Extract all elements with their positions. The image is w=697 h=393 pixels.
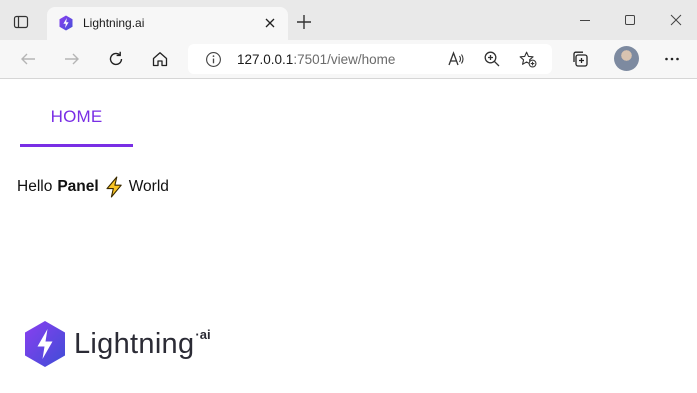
read-aloud-icon: [448, 51, 464, 66]
tab-strip: Lightning.ai: [0, 0, 697, 40]
add-favorite-button[interactable]: [519, 50, 537, 68]
add-favorite-icon: [519, 51, 537, 68]
hello-text: Hello Panel World: [17, 176, 169, 198]
nav-tab-label: HOME: [50, 107, 103, 126]
home-icon: [152, 52, 168, 67]
page-content: HOME Hello Panel World Lightning ·ai: [0, 80, 697, 393]
address-bar[interactable]: 127.0.0.1:7501/view/home: [188, 44, 552, 74]
arrow-left-icon: [21, 53, 35, 65]
logo-wordmark: Lightning: [74, 327, 195, 360]
home-button[interactable]: [149, 48, 171, 70]
lightning-bolt-icon: [106, 176, 122, 198]
browser-tab[interactable]: Lightning.ai: [47, 7, 288, 40]
tab-close-button[interactable]: [262, 15, 278, 31]
info-icon[interactable]: [205, 51, 222, 68]
lightning-logo-icon: [25, 321, 65, 367]
collections-button[interactable]: [569, 48, 591, 70]
tab-title: Lightning.ai: [83, 16, 145, 30]
zoom-button[interactable]: [483, 50, 501, 68]
maximize-icon: [625, 15, 635, 25]
forward-button[interactable]: [61, 48, 83, 70]
lightning-logo-icon: [59, 15, 73, 31]
zoom-icon: [484, 51, 500, 67]
collections-icon: [573, 51, 588, 67]
minimize-button[interactable]: [575, 10, 595, 30]
maximize-button[interactable]: [620, 10, 640, 30]
back-button[interactable]: [17, 48, 39, 70]
tab-actions-icon: [13, 15, 29, 29]
tab-actions-button[interactable]: [10, 11, 32, 33]
panel-word: Panel: [57, 178, 99, 195]
address-path: :7501/view/home: [293, 52, 396, 67]
reload-button[interactable]: [105, 48, 127, 70]
hello-word: Hello: [17, 178, 53, 195]
active-tab-indicator: [20, 144, 133, 147]
arrow-right-icon: [65, 53, 79, 65]
more-icon: [665, 57, 679, 61]
address-url[interactable]: 127.0.0.1:7501/view/home: [237, 52, 395, 67]
lightning-ai-logo: Lightning ·ai: [24, 320, 211, 368]
close-window-button[interactable]: [666, 10, 686, 30]
address-host: 127.0.0.1: [237, 52, 294, 67]
close-icon: [670, 14, 682, 26]
browser-toolbar: 127.0.0.1:7501/view/home: [0, 40, 697, 79]
profile-avatar[interactable]: [614, 46, 639, 71]
minimize-icon: [580, 20, 590, 21]
settings-more-button[interactable]: [661, 48, 683, 70]
logo-suffix: ·ai: [195, 326, 211, 342]
world-word: World: [128, 178, 169, 195]
refresh-icon: [109, 51, 123, 66]
nav-tab-home[interactable]: HOME: [20, 80, 133, 147]
logo-suffix-text: ai: [199, 326, 211, 342]
read-aloud-button[interactable]: [447, 50, 465, 68]
plus-icon: [297, 15, 311, 29]
new-tab-button[interactable]: [294, 12, 314, 32]
close-icon: [265, 18, 275, 28]
